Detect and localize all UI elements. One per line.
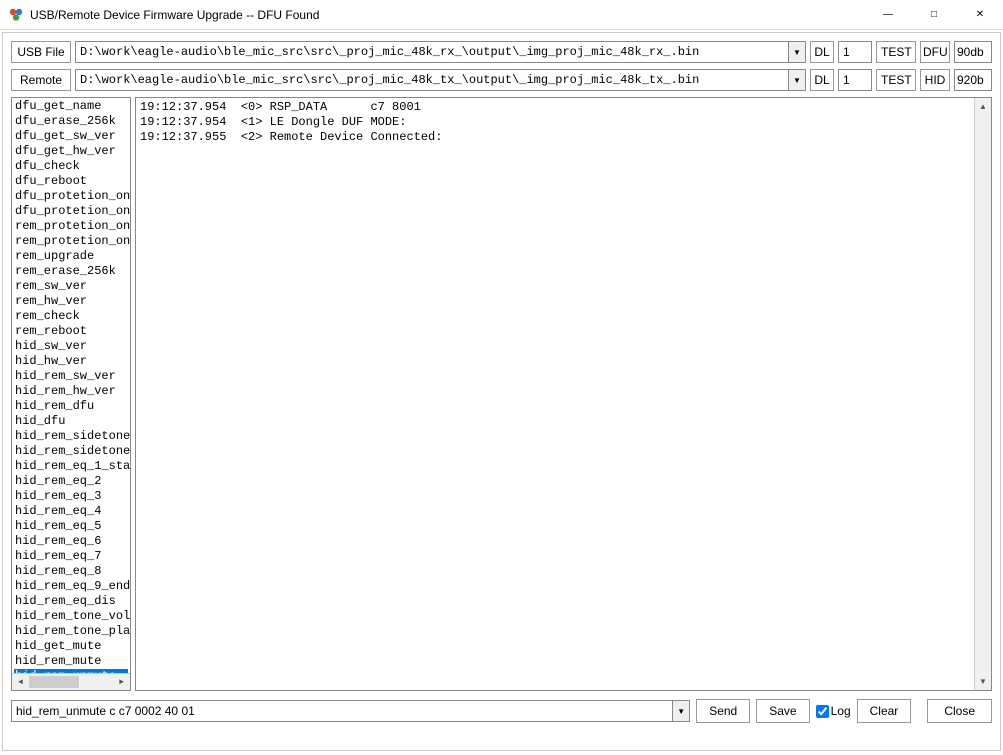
list-item[interactable]: dfu_reboot <box>14 174 128 189</box>
save-button[interactable]: Save <box>756 699 809 723</box>
log-vscrollbar[interactable]: ▲ ▼ <box>974 98 991 690</box>
list-item[interactable]: hid_sw_ver <box>14 339 128 354</box>
list-item[interactable]: hid_rem_mute <box>14 654 128 669</box>
list-item[interactable]: hid_rem_eq_2 <box>14 474 128 489</box>
list-item[interactable]: rem_erase_256k <box>14 264 128 279</box>
clear-button[interactable]: Clear <box>857 699 912 723</box>
list-item[interactable]: hid_rem_dfu <box>14 399 128 414</box>
list-item[interactable]: hid_rem_eq_5 <box>14 519 128 534</box>
list-item[interactable]: dfu_check <box>14 159 128 174</box>
command-listbox[interactable]: dfu_get_namedfu_erase_256kdfu_get_sw_ver… <box>11 97 131 691</box>
list-item[interactable]: dfu_get_name <box>14 99 128 114</box>
close-button[interactable]: Close <box>927 699 992 723</box>
usb-dl-button[interactable]: DL <box>810 41 834 63</box>
bottom-row: ▼ Send Save Log Clear Close <box>11 699 992 723</box>
list-item[interactable]: dfu_protetion_on <box>14 204 128 219</box>
usb-dl-count-input[interactable] <box>838 41 872 63</box>
hscroll-left-button[interactable]: ◄ <box>12 674 29 690</box>
list-item[interactable]: hid_rem_sidetone <box>14 444 128 459</box>
remote-file-row: Remote ▼ DL TEST HID <box>11 69 992 91</box>
log-checkbox-label: Log <box>831 704 851 718</box>
list-item[interactable]: hid_rem_eq_7 <box>14 549 128 564</box>
command-dropdown-button[interactable]: ▼ <box>672 700 690 722</box>
list-item[interactable]: rem_sw_ver <box>14 279 128 294</box>
list-item[interactable]: dfu_protetion_on <box>14 189 128 204</box>
list-item[interactable]: dfu_get_hw_ver <box>14 144 128 159</box>
hid-value-input[interactable] <box>954 69 992 91</box>
list-item[interactable]: hid_dfu <box>14 414 128 429</box>
list-item[interactable]: hid_rem_eq_dis <box>14 594 128 609</box>
command-input[interactable] <box>11 700 672 722</box>
command-combo: ▼ <box>11 700 690 722</box>
list-item[interactable]: hid_rem_hw_ver <box>14 384 128 399</box>
log-checkbox[interactable] <box>816 705 829 718</box>
app-icon <box>8 7 24 23</box>
usb-file-button[interactable]: USB File <box>11 41 71 63</box>
list-item[interactable]: hid_rem_sidetone <box>14 429 128 444</box>
window-controls: — □ ✕ <box>865 0 1003 29</box>
hscroll-track[interactable] <box>29 674 113 690</box>
usb-file-row: USB File ▼ DL TEST DFU <box>11 41 992 63</box>
list-item[interactable]: rem_upgrade <box>14 249 128 264</box>
vscroll-up-button[interactable]: ▲ <box>975 98 991 115</box>
close-window-button[interactable]: ✕ <box>957 0 1003 29</box>
list-item[interactable]: hid_rem_eq_1_sta <box>14 459 128 474</box>
remote-dl-count-input[interactable] <box>838 69 872 91</box>
titlebar: USB/Remote Device Firmware Upgrade -- DF… <box>0 0 1003 30</box>
list-item[interactable]: rem_protetion_on <box>14 219 128 234</box>
list-item[interactable]: rem_reboot <box>14 324 128 339</box>
list-item[interactable]: hid_rem_tone_vol <box>14 609 128 624</box>
remote-file-dropdown-button[interactable]: ▼ <box>788 69 806 91</box>
vscroll-track[interactable] <box>975 115 991 673</box>
remote-dl-button[interactable]: DL <box>810 69 834 91</box>
list-item[interactable]: dfu_get_sw_ver <box>14 129 128 144</box>
dfu-tag-button[interactable]: DFU <box>920 41 950 63</box>
usb-file-combo: ▼ <box>75 41 806 63</box>
send-button[interactable]: Send <box>696 699 750 723</box>
remote-button[interactable]: Remote <box>11 69 71 91</box>
list-item[interactable]: hid_rem_eq_3 <box>14 489 128 504</box>
usb-file-dropdown-button[interactable]: ▼ <box>788 41 806 63</box>
list-item[interactable]: rem_check <box>14 309 128 324</box>
hscroll-right-button[interactable]: ► <box>113 674 130 690</box>
remote-file-path-input[interactable] <box>75 69 788 91</box>
list-item[interactable]: rem_protetion_on <box>14 234 128 249</box>
dfu-value-input[interactable] <box>954 41 992 63</box>
vscroll-down-button[interactable]: ▼ <box>975 673 991 690</box>
log-text[interactable]: 19:12:37.954 <0> RSP_DATA c7 8001 19:12:… <box>136 98 991 147</box>
list-item[interactable]: hid_get_mute <box>14 639 128 654</box>
list-item[interactable]: hid_hw_ver <box>14 354 128 369</box>
hscroll-thumb[interactable] <box>29 676 79 688</box>
usb-file-path-input[interactable] <box>75 41 788 63</box>
list-item[interactable]: hid_rem_eq_9_end <box>14 579 128 594</box>
list-item[interactable]: hid_rem_eq_6 <box>14 534 128 549</box>
list-item[interactable]: hid_rem_eq_8 <box>14 564 128 579</box>
list-item[interactable]: dfu_erase_256k <box>14 114 128 129</box>
maximize-button[interactable]: □ <box>911 0 957 29</box>
window-title: USB/Remote Device Firmware Upgrade -- DF… <box>30 8 865 22</box>
listbox-hscrollbar[interactable]: ◄ ► <box>12 673 130 690</box>
minimize-button[interactable]: — <box>865 0 911 29</box>
list-item[interactable]: hid_rem_tone_pla <box>14 624 128 639</box>
log-area: 19:12:37.954 <0> RSP_DATA c7 8001 19:12:… <box>135 97 992 691</box>
list-item[interactable]: rem_hw_ver <box>14 294 128 309</box>
usb-test-button[interactable]: TEST <box>876 41 916 63</box>
main-frame: USB File ▼ DL TEST DFU Remote ▼ DL TEST … <box>2 32 1001 751</box>
list-item[interactable]: hid_rem_eq_4 <box>14 504 128 519</box>
main-area: dfu_get_namedfu_erase_256kdfu_get_sw_ver… <box>11 97 992 691</box>
remote-test-button[interactable]: TEST <box>876 69 916 91</box>
log-checkbox-wrap[interactable]: Log <box>816 704 851 718</box>
remote-file-combo: ▼ <box>75 69 806 91</box>
list-item[interactable]: hid_rem_sw_ver <box>14 369 128 384</box>
hid-tag-button[interactable]: HID <box>920 69 950 91</box>
